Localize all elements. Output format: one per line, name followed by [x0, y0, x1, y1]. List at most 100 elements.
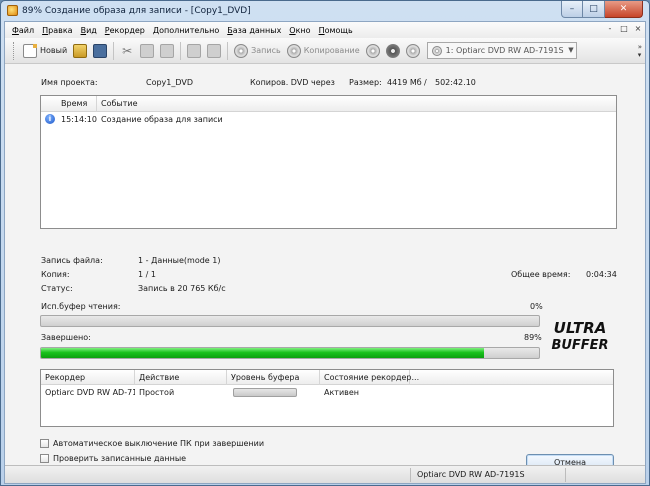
paste-button[interactable]: [157, 41, 177, 61]
menu-file[interactable]: Файл: [8, 26, 38, 35]
copy-button[interactable]: [137, 41, 157, 61]
recorder-buffer-cell: [227, 387, 320, 397]
erase-disc-icon: [385, 43, 400, 58]
mdi-minimize-icon[interactable]: -: [606, 24, 614, 34]
info-icon: i: [45, 114, 55, 124]
verify-checkbox[interactable]: Проверить записанные данные: [40, 454, 186, 463]
log-event: Создание образа для записи: [101, 114, 223, 124]
properties-button[interactable]: [184, 41, 204, 61]
col-event[interactable]: Событие: [97, 96, 297, 112]
app-window: 89% Создание образа для записи - [Copy1_…: [0, 0, 650, 486]
drive-icon: [431, 45, 442, 56]
cut-button[interactable]: ✂: [117, 41, 137, 61]
total-time-label: Общее время:: [511, 270, 571, 279]
eject-button[interactable]: [403, 41, 423, 61]
verify-label: Проверить записанные данные: [53, 454, 187, 463]
copy-via-label: Копиров. DVD через: [250, 78, 335, 87]
menu-window[interactable]: Окно: [285, 26, 314, 35]
complete-label: Завершено:: [41, 333, 91, 342]
eject-icon: [405, 43, 420, 58]
toolbar-separator: [227, 41, 229, 60]
copy-count-label: Копия:: [41, 270, 70, 279]
recorder-list[interactable]: Рекордер Действие Уровень буфера Состоян…: [40, 369, 614, 427]
size-time-value: 502:42.10: [435, 78, 476, 87]
paste-icon: [160, 43, 175, 58]
open-folder-icon: [73, 43, 88, 58]
logo-line1: ULTRA: [554, 319, 607, 337]
edit-icon: [207, 43, 222, 58]
menu-database[interactable]: База данных: [223, 26, 285, 35]
menu-extras[interactable]: Дополнительно: [149, 26, 223, 35]
mdi-close-icon[interactable]: ×: [634, 24, 642, 34]
new-button[interactable]: Новый: [20, 41, 70, 61]
chevron-double-right-icon: »: [637, 42, 642, 51]
scissors-icon: ✂: [122, 43, 133, 58]
erase-button[interactable]: [383, 41, 403, 61]
status-divider: [410, 468, 411, 482]
mdi-controls: - □ ×: [606, 24, 642, 34]
event-log[interactable]: Время Событие i 15:14:10 Создание образа…: [40, 95, 617, 229]
menu-edit[interactable]: Правка: [38, 26, 76, 35]
menu-help[interactable]: Помощь: [315, 26, 357, 35]
burn-icon: [234, 43, 249, 58]
open-button[interactable]: [70, 41, 90, 61]
read-buffer-percent: 0%: [530, 302, 543, 311]
chevron-down-icon: ▼: [568, 46, 574, 54]
save-button[interactable]: [90, 41, 110, 61]
new-document-icon: [23, 43, 37, 58]
log-row[interactable]: i 15:14:10 Создание образа для записи: [41, 112, 616, 126]
burn-progress-panel: Имя проекта: Copy1_DVD Копиров. DVD чере…: [5, 65, 645, 483]
menu-bar: Файл Правка Вид Рекордер Дополнительно Б…: [5, 22, 645, 38]
copy-disc-button[interactable]: Копирование: [284, 41, 363, 61]
file-value: 1 - Данные(mode 1): [138, 256, 221, 265]
recorder-buffer-bar: [233, 387, 297, 397]
ultrabuffer-logo: ULTRA BUFFER: [551, 319, 608, 353]
close-button[interactable]: ✕: [605, 1, 643, 18]
auto-shutdown-checkbox[interactable]: Автоматическое выключение ПК при заверше…: [40, 439, 264, 448]
minimize-button[interactable]: –: [561, 1, 583, 18]
size-mb-value: 4419 Мб: [387, 78, 422, 87]
event-log-header: Время Событие: [41, 95, 616, 112]
properties-icon: [187, 43, 202, 58]
col-buffer-level[interactable]: Уровень буфера: [227, 370, 320, 385]
status-divider: [565, 468, 566, 482]
state-label: Статус:: [41, 284, 73, 293]
window-controls: – □ ✕: [561, 1, 643, 19]
size-separator: /: [424, 78, 427, 87]
project-name-value: Copy1_DVD: [146, 78, 194, 87]
col-recorder-state[interactable]: Состояние рекордер...: [320, 370, 419, 385]
mdi-restore-icon[interactable]: □: [620, 24, 628, 34]
burn-button[interactable]: Запись: [231, 41, 284, 61]
complete-fill: [41, 348, 485, 358]
edit-button[interactable]: [204, 41, 224, 61]
toolbar-separator: [113, 41, 115, 60]
copy-disc-icon: [286, 43, 301, 58]
checkbox-box: [40, 454, 49, 463]
recorder-row[interactable]: Optiarc DVD RW AD-71... Простой Активен: [41, 385, 613, 399]
menu-recorder[interactable]: Рекордер: [101, 26, 149, 35]
drive-select[interactable]: 1: Optiarc DVD RW AD-7191S ▼: [426, 42, 577, 59]
read-buffer-label: Исп.буфер чтения:: [41, 302, 121, 311]
col-time[interactable]: Время: [41, 95, 97, 112]
disc-info-button[interactable]: [363, 41, 383, 61]
new-label: Новый: [40, 46, 68, 55]
complete-percent: 89%: [524, 333, 542, 342]
chevron-down-icon: ▾: [637, 50, 642, 59]
status-drive: Optiarc DVD RW AD-7191S: [417, 470, 525, 479]
recorder-state: Активен: [324, 387, 360, 397]
status-bar: Optiarc DVD RW AD-7191S: [5, 465, 645, 483]
col-action[interactable]: Действие: [135, 370, 227, 385]
app-icon: [7, 5, 18, 16]
logo-line2: BUFFER: [551, 338, 608, 353]
toolbar: Новый ✂ Запись Копирование 1: Optiarc DV…: [5, 38, 645, 64]
toolbar-overflow[interactable]: » ▾: [638, 43, 642, 59]
copy-count-value: 1 / 1: [138, 270, 156, 279]
title-bar[interactable]: 89% Создание образа для записи - [Copy1_…: [1, 1, 649, 21]
copy-icon: [140, 43, 155, 58]
toolbar-grip[interactable]: [13, 41, 16, 60]
maximize-button[interactable]: □: [583, 1, 605, 18]
col-recorder[interactable]: Рекордер: [41, 370, 135, 385]
log-time: 15:14:10: [61, 114, 97, 124]
size-label: Размер:: [349, 78, 382, 87]
menu-view[interactable]: Вид: [77, 26, 101, 35]
